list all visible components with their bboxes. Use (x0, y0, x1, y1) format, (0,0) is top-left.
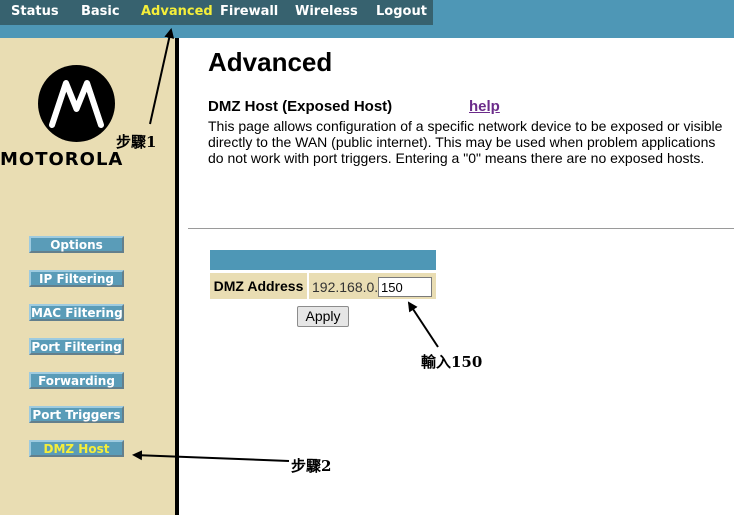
step2-arrow (132, 450, 290, 462)
annotation-arrows (132, 28, 439, 462)
step2-annotation: 步驟2 (291, 457, 332, 475)
step1-arrow (149, 28, 175, 125)
step1-annotation: 步驟1 (116, 133, 157, 151)
input-hint-arrow (407, 301, 439, 348)
input-hint-annotation: 輸入150 (421, 353, 483, 371)
